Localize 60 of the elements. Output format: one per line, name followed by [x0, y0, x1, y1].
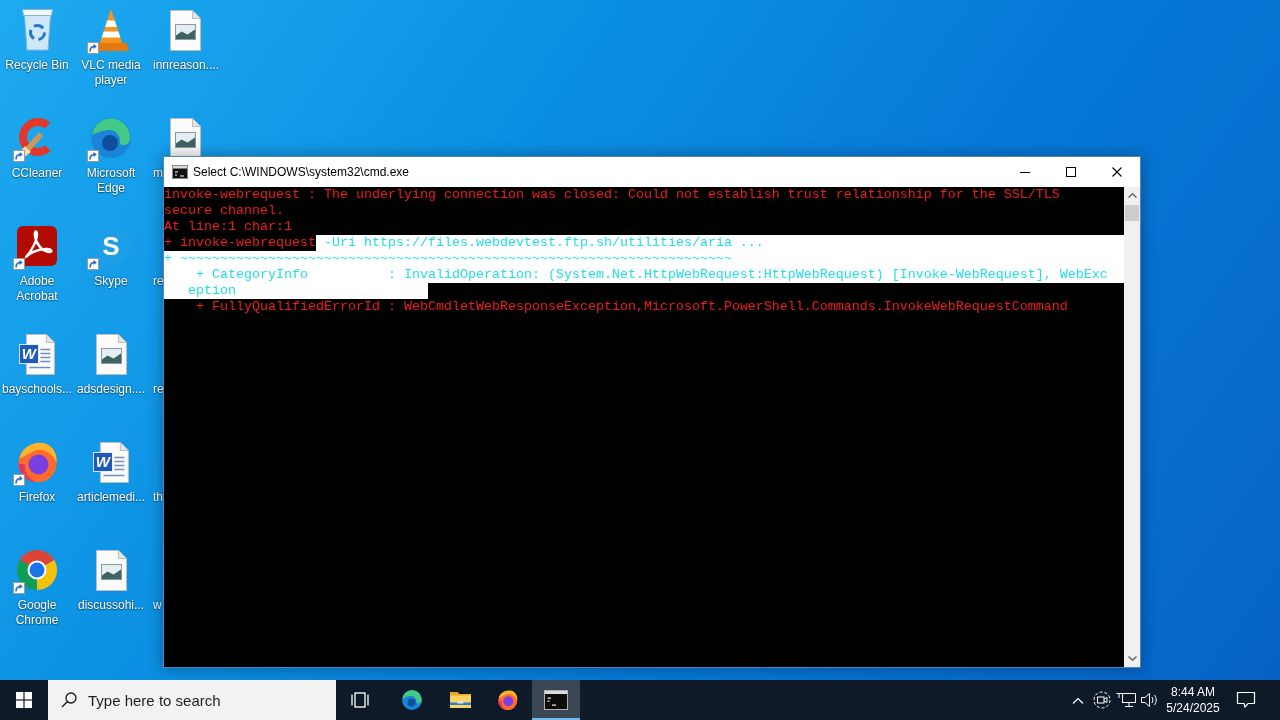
- desktop-icon-label[interactable]: Skype: [94, 274, 128, 289]
- image-file-icon[interactable]: [169, 9, 201, 51]
- selected-console-text: eption: [164, 283, 428, 299]
- search-icon: [61, 692, 77, 708]
- terminal-icon: [544, 690, 568, 710]
- firefox-icon: [498, 689, 518, 711]
- camera-icon[interactable]: [1093, 691, 1111, 709]
- search-field[interactable]: Type here to search: [48, 680, 336, 720]
- windows-logo-icon: [16, 692, 32, 708]
- desktop-icon-label[interactable]: VLC media player: [76, 58, 146, 88]
- network-icon[interactable]: [1116, 691, 1136, 709]
- selected-console-text: -Uri https://files.webdevtest.ftp.sh/utilities/aria ...: [315, 235, 1124, 251]
- console-text: + invoke-webrequest: [164, 235, 316, 251]
- desktop-icon-label[interactable]: adsdesign....: [76, 382, 145, 397]
- maximize-icon: [1066, 167, 1076, 177]
- desktop-icon-label[interactable]: discussohi...: [78, 598, 144, 613]
- desktop-icon-label[interactable]: Recycle Bin: [5, 58, 69, 73]
- acrobat-icon[interactable]: [17, 226, 57, 266]
- chevron-up-icon[interactable]: [1072, 696, 1084, 704]
- skype-icon[interactable]: S: [92, 227, 130, 265]
- firefox-icon[interactable]: [17, 441, 57, 483]
- speaker-icon[interactable]: [1140, 692, 1160, 708]
- task-view-icon: [350, 691, 370, 709]
- selected-console-text: + CategoryInfo : InvalidOperation: (System.Net.HttpWebRequest:HttpWebRequest) [Invoke-WebRequest], WebExc: [164, 267, 1124, 283]
- desktop-icon-label[interactable]: re: [153, 382, 164, 397]
- terminal-icon: [172, 165, 188, 179]
- console-text: invoke-webrequest : The underlying connection was closed: Could not establish trust relationship for the SSL/TLS: [164, 187, 1060, 203]
- recycle-bin-icon[interactable]: [21, 9, 53, 51]
- desktop-icon-label[interactable]: Firefox: [18, 490, 56, 505]
- window-title: Select C:\WINDOWS\system32\cmd.exe: [193, 165, 411, 179]
- desktop-icon-label[interactable]: bayschools...: [1, 382, 72, 397]
- edge-icon: [402, 690, 422, 710]
- chevron-down-icon: [1127, 656, 1137, 661]
- scrollbar-thumb[interactable]: [1125, 205, 1139, 221]
- desktop-icon-label[interactable]: innreason....: [153, 58, 220, 73]
- desktop-icon-label[interactable]: articlemedi...: [77, 490, 145, 505]
- minimize-icon: [1020, 171, 1030, 173]
- desktop-icon-label[interactable]: Adobe Acrobat: [2, 274, 72, 304]
- desktop-icon-label[interactable]: re: [153, 274, 164, 289]
- image-file-icon[interactable]: [95, 333, 127, 375]
- image-file-icon[interactable]: [95, 549, 127, 591]
- chrome-icon[interactable]: [17, 550, 57, 590]
- desktop-icon-label[interactable]: w: [153, 598, 162, 613]
- clock-button[interactable]: 8:44 AM 5/24/2025: [1162, 680, 1224, 720]
- console-text: + FullyQualifiedErrorId : WebCmdletWebResponseException,Microsoft.PowerShell.Commands.InvokeWebRequestCommand: [196, 299, 1068, 315]
- selected-console-text: + ~~~~~~~~~~~~~~~~~~~~~~~~~~~~~~~~~~~~~~~~~~~~~~~~~~~~~~~~~~~~~~~~~~~~~: [164, 251, 1124, 267]
- chevron-up-icon: [1127, 193, 1137, 198]
- desktop-icon-label[interactable]: CCleaner: [11, 166, 63, 181]
- desktop-icon-label[interactable]: th: [153, 490, 163, 505]
- desktop-icon-label[interactable]: Google Chrome: [2, 598, 72, 628]
- desktop-icon-label[interactable]: Microsoft Edge: [76, 166, 146, 196]
- edge-icon[interactable]: [91, 118, 131, 158]
- taskbar-app-button[interactable]: [532, 680, 580, 720]
- notification-icon[interactable]: [1236, 691, 1256, 709]
- image-file-icon[interactable]: [169, 117, 201, 159]
- console-text: At line:1 char:1: [164, 219, 292, 235]
- console-text: secure channel.: [164, 203, 284, 219]
- desktop-icon-label[interactable]: m: [153, 166, 163, 181]
- close-icon: [1112, 167, 1122, 177]
- folder-icon: [449, 691, 471, 709]
